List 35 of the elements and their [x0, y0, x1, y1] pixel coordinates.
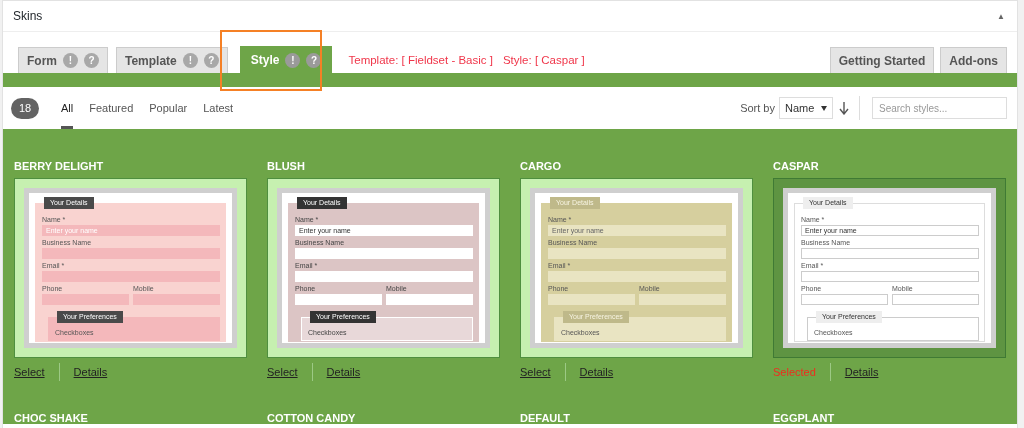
dropdown-icon [821, 105, 827, 111]
skin-name: CARGO [520, 160, 561, 172]
select-link[interactable]: Select [14, 366, 45, 378]
skin-name: BERRY DELIGHT [14, 160, 104, 172]
filter-link[interactable]: Popular [149, 87, 188, 129]
details-link[interactable]: Details [326, 366, 361, 378]
selected-label: Selected [773, 366, 816, 378]
skin-name: BLUSH [267, 160, 305, 172]
skin-name: CASPAR [773, 160, 819, 172]
panel-title: Skins [13, 9, 43, 23]
sort-direction-icon[interactable] [839, 101, 849, 115]
tab-label: Form [27, 53, 57, 68]
current-choice: Style: [ Caspar ] [502, 53, 585, 66]
select-link[interactable]: Select [267, 366, 298, 378]
tab[interactable]: Getting Started [829, 47, 935, 73]
tab[interactable]: Add-ons [940, 47, 1007, 73]
sort-select[interactable]: Name [779, 97, 833, 119]
details-link[interactable]: Details [73, 366, 108, 378]
skin-name: DEFAULT [520, 412, 570, 424]
tab-label: Template [125, 53, 177, 68]
skin-name: CHOC SHAKE [14, 412, 88, 424]
filter-link[interactable]: All [61, 87, 74, 129]
filter-link[interactable]: Latest [203, 87, 234, 129]
skin-name: EGGPLANT [773, 412, 835, 424]
filter-link[interactable]: Featured [89, 87, 134, 129]
select-link[interactable]: Select [520, 366, 551, 378]
details-link[interactable]: Details [844, 366, 879, 378]
skin-name: COTTON CANDY [267, 412, 356, 424]
tab-label: Style [250, 53, 280, 67]
sort-label: Sort by [740, 102, 775, 114]
count-badge: 18 [11, 97, 39, 119]
current-choice: Template: [ Fieldset - Basic ] [348, 53, 493, 66]
search-field[interactable]: Search styles... [872, 97, 1007, 119]
collapse-toggle[interactable]: ▲ [997, 11, 1005, 21]
details-link[interactable]: Details [579, 366, 614, 378]
